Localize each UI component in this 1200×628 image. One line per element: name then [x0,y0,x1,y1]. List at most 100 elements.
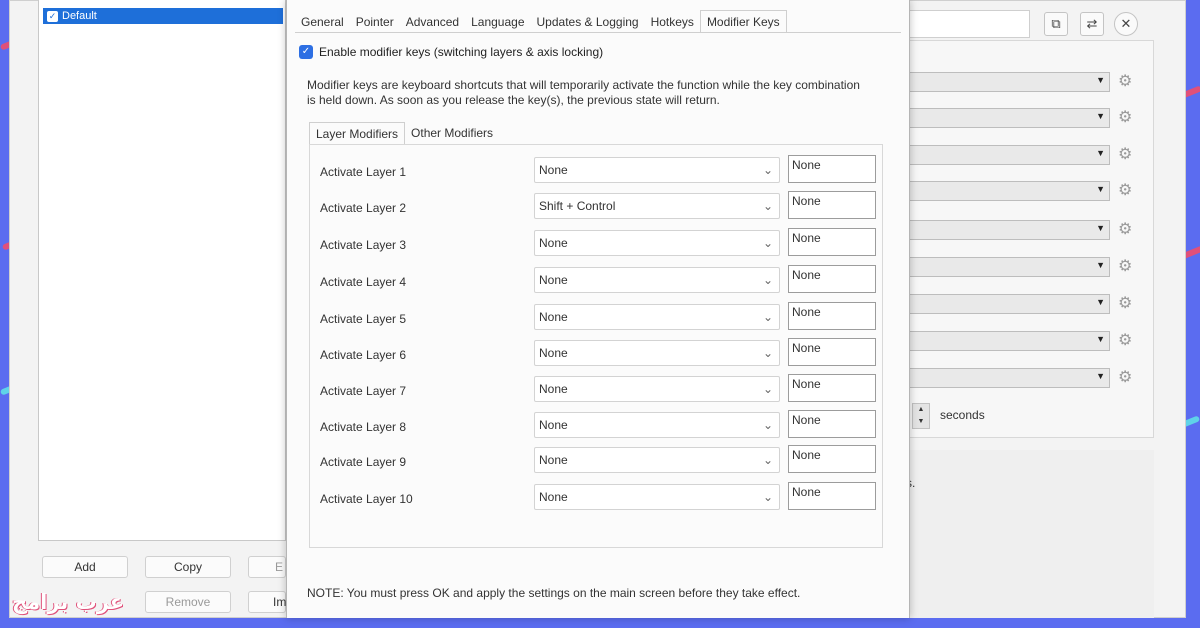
gear-icon[interactable]: ⚙ [1118,295,1132,313]
layer-row: Activate Layer 4 None ⌄ None [310,265,884,297]
layer-modifier-select[interactable]: None ⌄ [534,412,780,438]
profile-list[interactable]: ✓ Default [38,0,286,541]
layer-key-input[interactable]: None [788,228,876,256]
layer-modifier-value: None [539,382,568,396]
watermark-logo: عرب برامج [12,590,125,614]
layer-modifier-select[interactable]: None ⌄ [534,484,780,510]
layer-modifier-value: None [539,236,568,250]
chevron-down-icon: ⌄ [762,310,773,324]
chevron-down-icon: ⌄ [762,418,773,432]
add-profile-button[interactable]: Add [42,556,128,578]
layer-key-input[interactable]: None [788,302,876,330]
layer-modifier-select[interactable]: None ⌄ [534,304,780,330]
chevron-down-icon: ▼ [1096,371,1105,381]
layer-key-input[interactable]: None [788,155,876,183]
edit-profile-button[interactable]: E [248,556,286,578]
layer-row: Activate Layer 1 None ⌄ None [310,155,884,187]
tab-advanced[interactable]: Advanced [400,12,465,32]
layer-label: Activate Layer 1 [320,165,407,179]
enable-modifier-keys-checkbox[interactable]: ✓ [299,45,313,59]
gear-icon[interactable]: ⚙ [1118,369,1132,387]
close-circle-icon[interactable]: ✕ [1114,12,1138,36]
chevron-down-icon: ▼ [1096,148,1105,158]
chevron-down-icon: ⌄ [762,346,773,360]
subtab-other-modifiers[interactable]: Other Modifiers [405,122,499,144]
import-profile-button[interactable]: Im [248,591,286,613]
tab-general[interactable]: General [295,12,350,32]
preferences-dialog: General Pointer Advanced Language Update… [286,0,910,618]
layer-row: Activate Layer 3 None ⌄ None [310,228,884,260]
layer-label: Activate Layer 2 [320,201,407,215]
chevron-down-icon: ⌄ [762,273,773,287]
gear-icon[interactable]: ⚙ [1118,258,1132,276]
layer-modifier-value: None [539,310,568,324]
layer-modifier-value: None [539,273,568,287]
layer-modifier-value: None [539,346,568,360]
setting-select[interactable]: ▼ [906,294,1110,314]
tab-pointer[interactable]: Pointer [350,12,400,32]
gear-icon[interactable]: ⚙ [1118,221,1132,239]
tab-updates-logging[interactable]: Updates & Logging [531,12,645,32]
layer-label: Activate Layer 9 [320,455,407,469]
layer-modifier-value: None [539,163,568,177]
tab-modifier-keys[interactable]: Modifier Keys [699,10,787,32]
layer-modifier-value: None [539,490,568,504]
layer-label: Activate Layer 3 [320,238,407,252]
setting-select[interactable]: ▼ [906,72,1110,92]
layer-row: Activate Layer 9 None ⌄ None [310,445,884,477]
gear-icon[interactable]: ⚙ [1118,182,1132,200]
setting-select[interactable]: ▼ [906,108,1110,128]
tab-hotkeys[interactable]: Hotkeys [645,12,700,32]
layer-modifiers-panel: Activate Layer 1 None ⌄ None Activate Lay… [309,144,883,548]
layer-row: Activate Layer 6 None ⌄ None [310,338,884,370]
copy-profile-button[interactable]: Copy [145,556,231,578]
layer-label: Activate Layer 6 [320,348,407,362]
enable-modifier-keys-label: Enable modifier keys (switching layers &… [319,45,604,59]
setting-select[interactable]: ▼ [906,145,1110,165]
layer-modifier-value: None [539,453,568,467]
gear-icon[interactable]: ⚙ [1118,109,1132,127]
layer-key-input[interactable]: None [788,482,876,510]
modifier-subtab-bar: Layer Modifiers Other Modifiers [309,122,499,144]
subtab-layer-modifiers[interactable]: Layer Modifiers [309,122,406,144]
setting-select[interactable]: ▼ [906,220,1110,240]
setting-select[interactable]: ▼ [906,331,1110,351]
layer-key-input[interactable]: None [788,338,876,366]
copy-icon[interactable]: ⧉ [1044,12,1068,36]
layer-key-input[interactable]: None [788,265,876,293]
chevron-down-icon: ⌄ [762,490,773,504]
layer-modifier-value: None [539,418,568,432]
profile-item-label: Default [62,10,97,22]
layer-key-input[interactable]: None [788,191,876,219]
checkmark-icon: ✓ [47,10,58,22]
tab-language[interactable]: Language [465,12,530,32]
gear-icon[interactable]: ⚙ [1118,146,1132,164]
layer-modifier-select[interactable]: Shift + Control ⌄ [534,193,780,219]
layer-key-input[interactable]: None [788,445,876,473]
gear-icon[interactable]: ⚙ [1118,73,1132,91]
gear-icon[interactable]: ⚙ [1118,332,1132,350]
dialog-tab-bar: General Pointer Advanced Language Update… [295,10,787,32]
chevron-down-icon: ▼ [1096,334,1105,344]
layer-modifier-select[interactable]: None ⌄ [534,376,780,402]
layer-key-input[interactable]: None [788,374,876,402]
layer-modifier-select[interactable]: None ⌄ [534,447,780,473]
chevron-down-icon: ▼ [1096,260,1105,270]
setting-select[interactable]: ▼ [906,257,1110,277]
swap-icon[interactable]: ⇄ [1080,12,1104,36]
enable-modifier-keys-row[interactable]: ✓ Enable modifier keys (switching layers… [299,45,603,59]
layer-modifier-select[interactable]: None ⌄ [534,267,780,293]
layer-key-input[interactable]: None [788,410,876,438]
layer-modifier-select[interactable]: None ⌄ [534,340,780,366]
layer-modifier-select[interactable]: None ⌄ [534,230,780,256]
remove-profile-button[interactable]: Remove [145,591,231,613]
seconds-spinner[interactable]: ▲ ▼ [912,403,930,429]
setting-select[interactable]: ▼ [906,181,1110,201]
chevron-down-icon: ▼ [1096,184,1105,194]
layer-label: Activate Layer 8 [320,420,407,434]
chevron-down-icon: ▼ [1096,75,1105,85]
profile-name-field[interactable] [900,10,1030,38]
layer-modifier-select[interactable]: None ⌄ [534,157,780,183]
setting-select[interactable]: ▼ [906,368,1110,388]
profile-item-default[interactable]: ✓ Default [43,8,283,24]
